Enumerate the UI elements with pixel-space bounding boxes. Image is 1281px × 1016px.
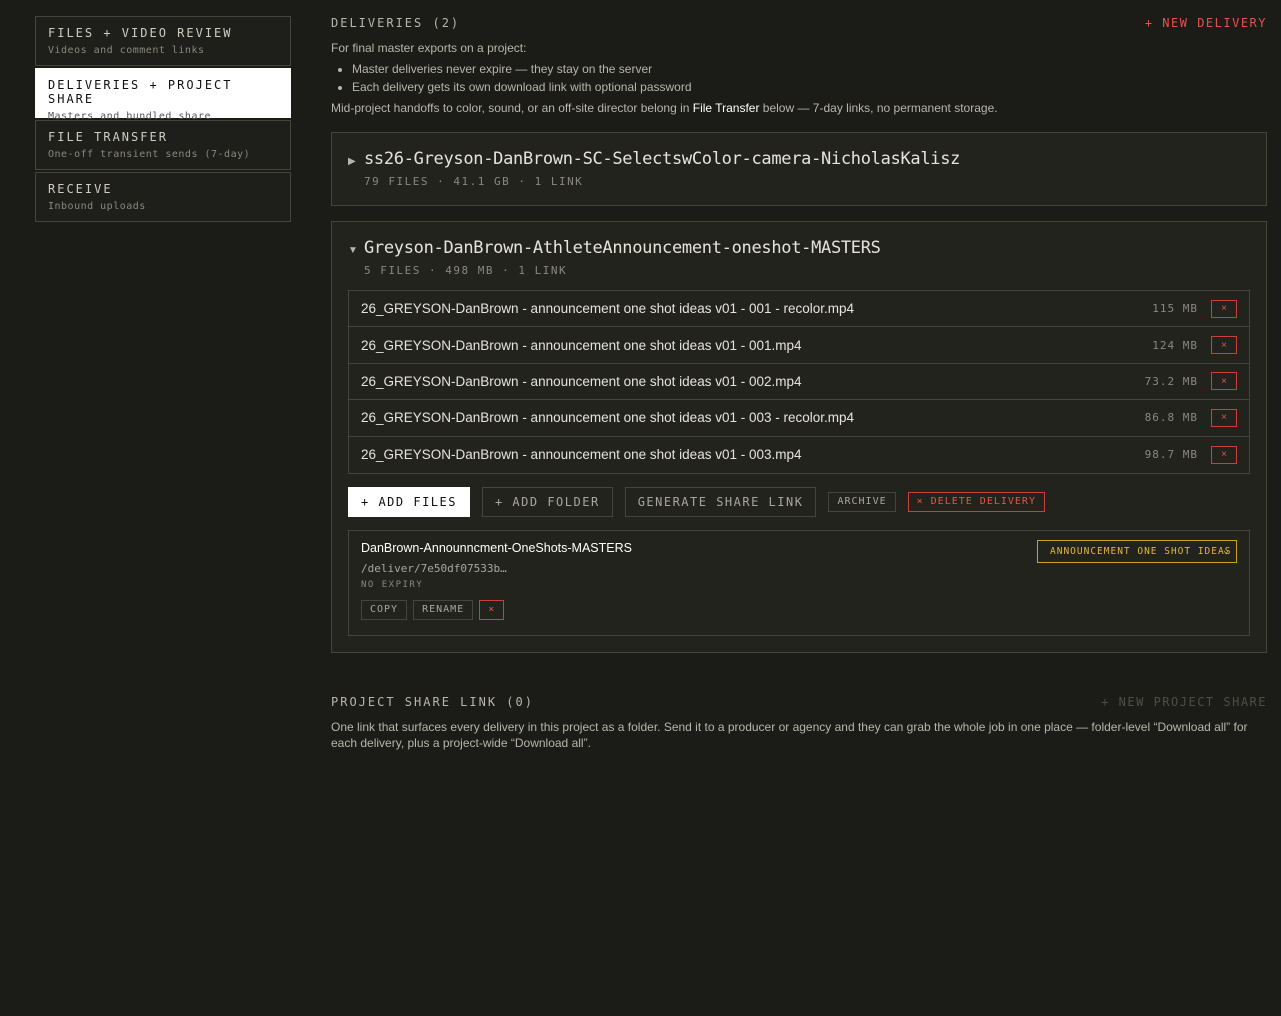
delivery-name: Greyson-DanBrown-AthleteAnnouncement-one… <box>364 238 881 258</box>
sidebar-item-title: FILE TRANSFER <box>48 130 168 144</box>
sidebar: FILES + VIDEO REVIEW Videos and comment … <box>35 16 291 224</box>
sidebar-item-file-transfer[interactable]: FILE TRANSFER One-off transient sends (7… <box>35 120 291 170</box>
rename-link-button[interactable]: RENAME <box>413 599 474 620</box>
delivery-meta: 79 FILES · 41.1 GB · 1 LINK <box>364 175 584 188</box>
delivery-meta: 5 FILES · 498 MB · 1 LINK <box>364 264 568 277</box>
main-content: DELIVERIES (2) + NEW DELIVERY For final … <box>331 14 1267 751</box>
delivery-card-expanded: ▼ Greyson-DanBrown-AthleteAnnouncement-o… <box>331 221 1267 653</box>
sidebar-item-subtitle: Inbound uploads <box>48 201 146 212</box>
intro-lead: For final master exports on a project: <box>331 41 527 55</box>
delivery-header[interactable]: ▶ ss26-Greyson-DanBrown-SC-SelectswColor… <box>348 133 1250 169</box>
file-list: 26_GREYSON-DanBrown - announcement one s… <box>348 290 1250 474</box>
file-row: 26_GREYSON-DanBrown - announcement one s… <box>349 327 1249 364</box>
archive-button[interactable]: ARCHIVE <box>828 491 896 512</box>
handoff-text-pre: Mid-project handoffs to color, sound, or… <box>331 101 693 115</box>
file-row: 26_GREYSON-DanBrown - announcement one s… <box>349 437 1249 473</box>
remove-file-button[interactable]: × <box>1211 372 1237 391</box>
sidebar-item-deliveries-project-share[interactable]: DELIVERIES + PROJECT SHARE Masters and b… <box>35 68 291 122</box>
intro-bullet: Master deliveries never expire — they st… <box>352 60 1267 78</box>
triangle-down-icon[interactable]: ▼ <box>348 245 364 256</box>
sidebar-item-subtitle: Videos and comment links <box>48 45 205 56</box>
remove-file-button[interactable]: × <box>1211 299 1237 318</box>
sidebar-item-title: FILES + VIDEO REVIEW <box>48 26 233 40</box>
sidebar-item-subtitle: One-off transient sends (7-day) <box>48 149 251 160</box>
share-link-expiry: NO EXPIRY <box>361 579 424 590</box>
chevron-down-icon: ⌄ <box>1222 544 1230 556</box>
file-name: 26_GREYSON-DanBrown - announcement one s… <box>361 301 855 317</box>
new-project-share-button[interactable]: + NEW PROJECT SHARE <box>1101 695 1267 709</box>
file-size: 86.8 MB <box>1144 411 1198 425</box>
file-size: 124 MB <box>1152 338 1198 352</box>
file-transfer-link[interactable]: File Transfer <box>693 101 760 115</box>
deliveries-title: DELIVERIES (2) <box>331 16 461 30</box>
file-name: 26_GREYSON-DanBrown - announcement one s… <box>361 447 802 463</box>
intro-list: Master deliveries never expire — they st… <box>331 60 1267 96</box>
delivery-actions: + ADD FILES + ADD FOLDER GENERATE SHARE … <box>348 486 1250 517</box>
file-name: 26_GREYSON-DanBrown - announcement one s… <box>361 337 802 353</box>
share-link-select[interactable]: ANNOUNCEMENT ONE SHOT IDEAS ⌄ <box>1037 539 1237 563</box>
copy-link-button[interactable]: COPY <box>361 599 408 620</box>
deliveries-header: DELIVERIES (2) + NEW DELIVERY <box>331 14 1267 32</box>
new-delivery-button[interactable]: + NEW DELIVERY <box>1145 16 1267 30</box>
delete-delivery-button[interactable]: × DELETE DELIVERY <box>907 491 1045 512</box>
project-share-header: PROJECT SHARE LINK (0) + NEW PROJECT SHA… <box>331 693 1267 711</box>
sidebar-item-files-video-review[interactable]: FILES + VIDEO REVIEW Videos and comment … <box>35 16 291 66</box>
generate-share-link-button[interactable]: GENERATE SHARE LINK <box>624 486 817 517</box>
file-row: 26_GREYSON-DanBrown - announcement one s… <box>349 291 1249 328</box>
file-row: 26_GREYSON-DanBrown - announcement one s… <box>349 364 1249 401</box>
sidebar-item-title: RECEIVE <box>48 182 113 196</box>
file-size: 115 MB <box>1152 302 1198 316</box>
sidebar-item-receive[interactable]: RECEIVE Inbound uploads <box>35 172 291 222</box>
delivery-card-collapsed[interactable]: ▶ ss26-Greyson-DanBrown-SC-SelectswColor… <box>331 132 1267 206</box>
add-files-button[interactable]: + ADD FILES <box>348 486 470 517</box>
project-share-description: One link that surfaces every delivery in… <box>331 719 1248 750</box>
file-row: 26_GREYSON-DanBrown - announcement one s… <box>349 400 1249 437</box>
file-size: 73.2 MB <box>1144 374 1198 388</box>
intro-handoff: Mid-project handoffs to color, sound, or… <box>331 99 1267 117</box>
file-size: 98.7 MB <box>1144 448 1198 462</box>
remove-file-button[interactable]: × <box>1211 445 1237 464</box>
deliveries-intro: For final master exports on a project: M… <box>331 39 1267 117</box>
delivery-header[interactable]: ▼ Greyson-DanBrown-AthleteAnnouncement-o… <box>348 222 1250 258</box>
share-link-path[interactable]: /deliver/7e50df07533b… <box>361 562 1237 575</box>
remove-file-button[interactable]: × <box>1211 336 1237 355</box>
file-name: 26_GREYSON-DanBrown - announcement one s… <box>361 410 855 426</box>
share-link-card: DanBrown-Announncment-OneShots-MASTERS /… <box>348 529 1250 636</box>
triangle-right-icon[interactable]: ▶ <box>348 156 364 167</box>
intro-bullet: Each delivery gets its own download link… <box>352 78 1267 96</box>
remove-file-button[interactable]: × <box>1211 408 1237 427</box>
delivery-name: ss26-Greyson-DanBrown-SC-SelectswColor-c… <box>364 149 961 169</box>
handoff-text-post: below — 7-day links, no permanent storag… <box>759 101 998 115</box>
share-link-actions: COPY RENAME × <box>361 599 1237 620</box>
project-share-title: PROJECT SHARE LINK (0) <box>331 694 534 709</box>
file-name: 26_GREYSON-DanBrown - announcement one s… <box>361 373 802 389</box>
add-folder-button[interactable]: + ADD FOLDER <box>481 486 613 517</box>
select-value: ANNOUNCEMENT ONE SHOT IDEAS <box>1050 545 1232 557</box>
remove-link-button[interactable]: × <box>479 599 505 620</box>
project-share-section: PROJECT SHARE LINK (0) + NEW PROJECT SHA… <box>331 693 1267 751</box>
sidebar-item-title: DELIVERIES + PROJECT SHARE <box>48 78 233 106</box>
